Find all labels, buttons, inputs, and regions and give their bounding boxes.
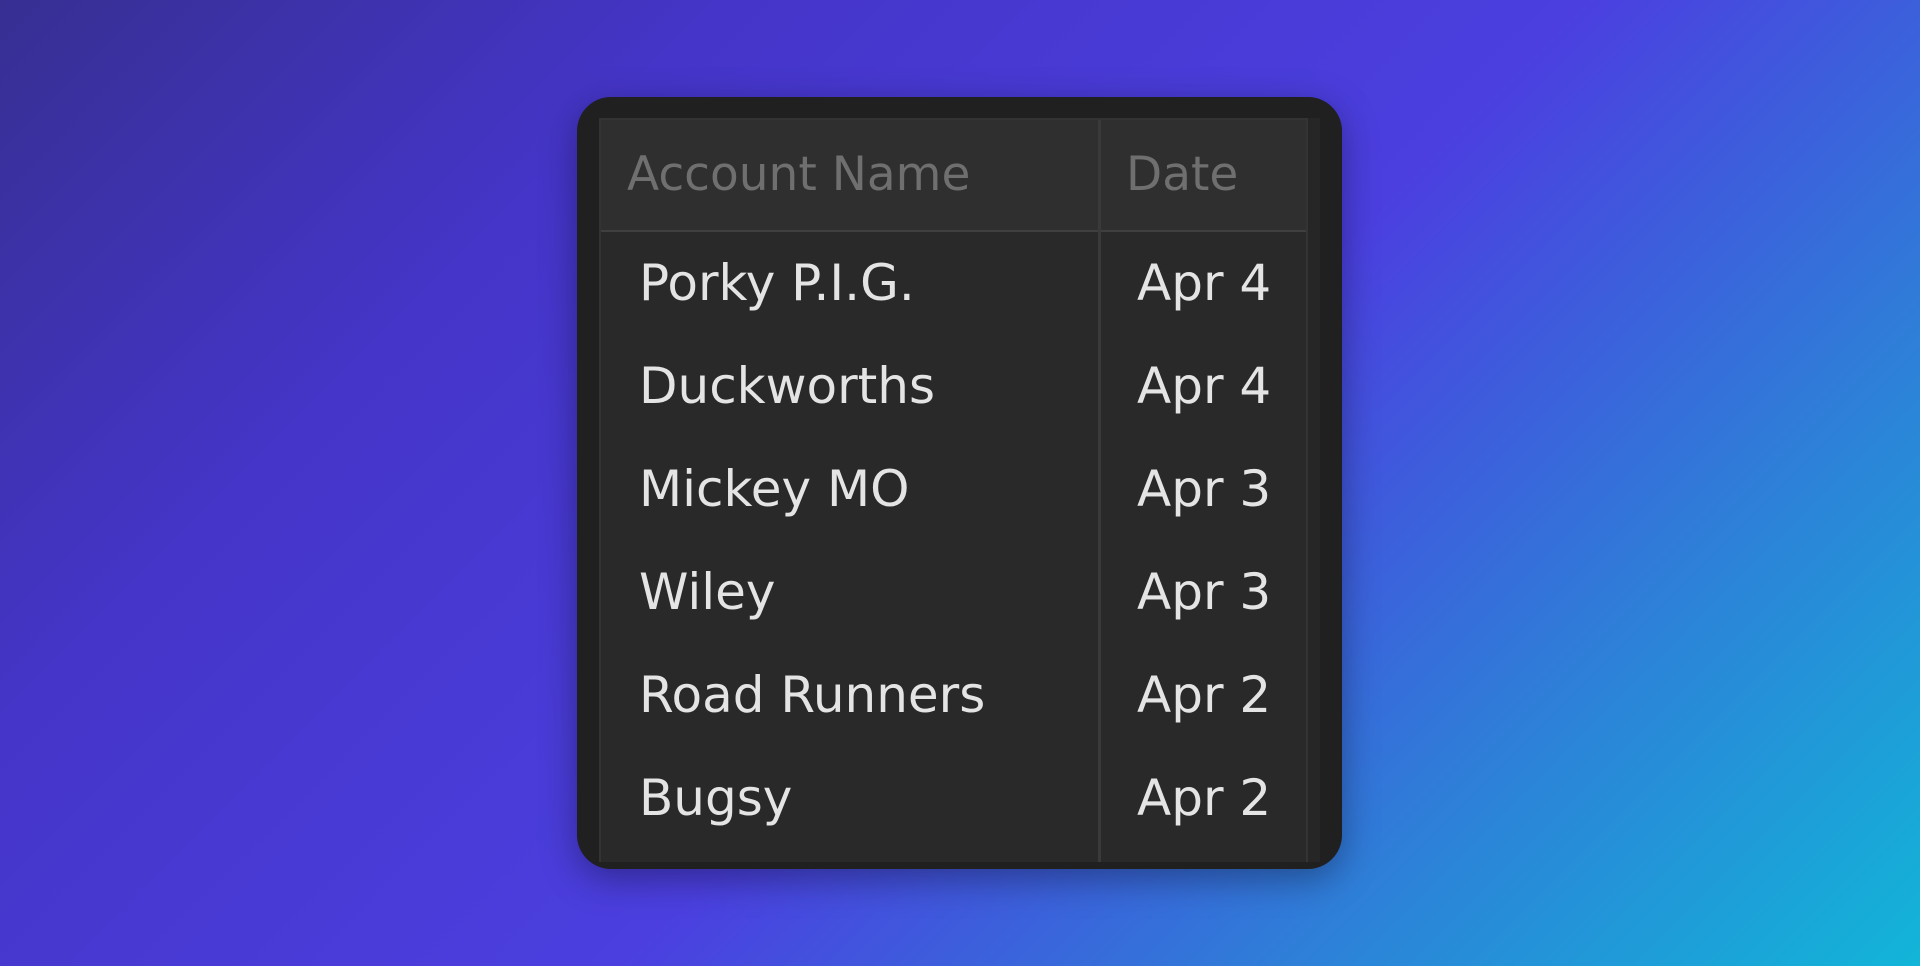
column-header-date[interactable]: Date — [1126, 120, 1238, 230]
accounts-table: Account Name Date Porky P.I.G. Apr 4 Duc… — [599, 118, 1306, 862]
account-name-cell: Duckworths — [639, 357, 936, 415]
date-cell: Apr 2 — [1137, 666, 1272, 724]
date-cell: Apr 3 — [1137, 563, 1272, 621]
account-name-cell: Bugsy — [639, 769, 793, 827]
account-name-cell: Porky P.I.G. — [639, 254, 915, 312]
account-name-cell: Mickey MO — [639, 460, 910, 518]
date-cell: Apr 4 — [1137, 254, 1272, 312]
account-name-cell: Wiley — [639, 563, 776, 621]
accounts-table-panel: Account Name Date Porky P.I.G. Apr 4 Duc… — [577, 97, 1342, 869]
date-cell: Apr 3 — [1137, 460, 1272, 518]
date-cell: Apr 4 — [1137, 357, 1272, 415]
table-edge-scroll-area — [1306, 118, 1320, 862]
table-header-row: Account Name Date — [601, 120, 1306, 232]
table-row[interactable]: Porky P.I.G. Apr 4 — [601, 232, 1306, 335]
table-row[interactable]: Road Runners Apr 2 — [601, 644, 1306, 747]
date-cell: Apr 2 — [1137, 769, 1272, 827]
account-name-cell: Road Runners — [639, 666, 986, 724]
column-header-account-name[interactable]: Account Name — [627, 120, 970, 230]
table-row[interactable]: Bugsy Apr 2 — [601, 747, 1306, 850]
table-row[interactable]: Wiley Apr 3 — [601, 541, 1306, 644]
table-row[interactable]: Mickey MO Apr 3 — [601, 438, 1306, 541]
table-body: Porky P.I.G. Apr 4 Duckworths Apr 4 Mick… — [601, 232, 1306, 850]
table-row[interactable]: Duckworths Apr 4 — [601, 335, 1306, 438]
